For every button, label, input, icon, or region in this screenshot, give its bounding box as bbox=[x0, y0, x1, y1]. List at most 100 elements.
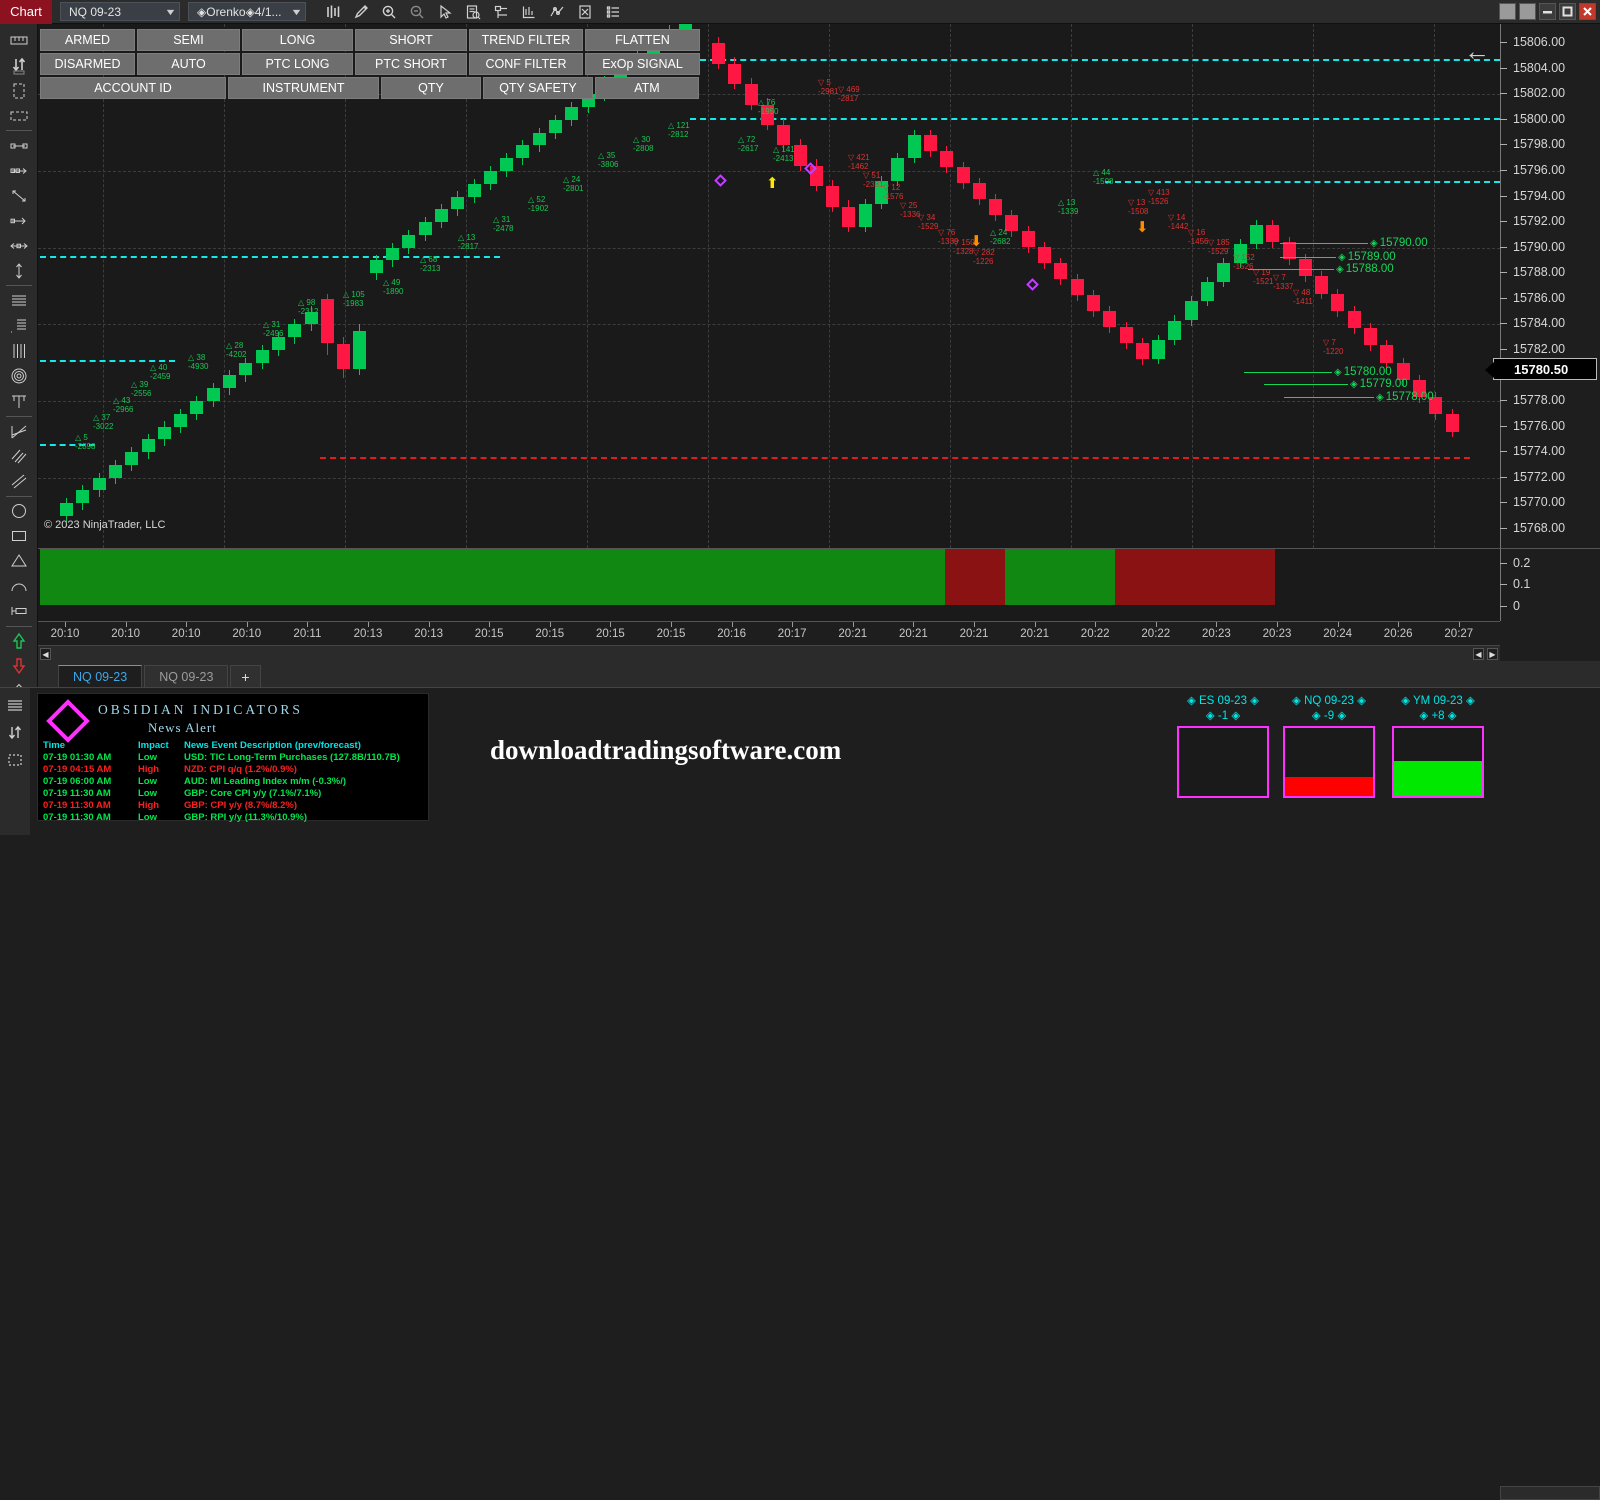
time-tick-label: 20:26 bbox=[1383, 628, 1413, 640]
measure-ruler-icon[interactable] bbox=[4, 28, 34, 53]
scroll-left-button[interactable]: ◀ bbox=[40, 648, 51, 660]
ellipse-icon[interactable] bbox=[4, 499, 34, 524]
cursor-arrow-icon[interactable] bbox=[432, 1, 458, 23]
panel-button-ptc-long[interactable]: PTC LONG bbox=[242, 53, 353, 75]
down-arrow-marker: ⬇ bbox=[1136, 219, 1149, 236]
regression-channel-icon[interactable] bbox=[4, 418, 34, 443]
scroll-end-button[interactable]: ▶ bbox=[1487, 648, 1498, 660]
signal-line bbox=[40, 360, 175, 362]
panel-button-atm[interactable]: ATM bbox=[595, 77, 699, 99]
parallel-lines-icon[interactable] bbox=[4, 338, 34, 363]
minimize-icon[interactable] bbox=[1539, 3, 1556, 20]
signal-label: ▽ 34 -1529 bbox=[918, 213, 939, 231]
list-icon[interactable] bbox=[600, 1, 626, 23]
time-tick-label: 20:22 bbox=[1080, 628, 1110, 640]
extended-line-icon[interactable] bbox=[4, 233, 34, 258]
panel-button-trend-filter[interactable]: TREND FILTER bbox=[469, 29, 583, 51]
panel-button-disarmed[interactable]: DISARMED bbox=[40, 53, 135, 75]
panel-button-qty[interactable]: QTY bbox=[381, 77, 481, 99]
chart-type-selector[interactable]: ◈Orenko◈4/1... ▼ bbox=[188, 2, 306, 21]
pitchfork-icon[interactable] bbox=[4, 389, 34, 414]
fibonacci-icon[interactable] bbox=[4, 313, 34, 338]
panel-button-account-id[interactable]: ACCOUNT ID bbox=[40, 77, 226, 99]
crosshair-grid-icon[interactable] bbox=[488, 1, 514, 23]
chart-tab[interactable]: NQ 09-23 bbox=[58, 665, 143, 687]
gann-circle-icon[interactable] bbox=[4, 363, 34, 388]
window-controls bbox=[1499, 3, 1596, 20]
price-tick: 15806.00 bbox=[1499, 35, 1565, 49]
strategy-line-icon[interactable] bbox=[544, 1, 570, 23]
up-arrow-icon[interactable] bbox=[4, 629, 34, 654]
panel-button-short[interactable]: SHORT bbox=[355, 29, 467, 51]
indicator-pane[interactable] bbox=[38, 548, 1500, 621]
selection-box-icon[interactable] bbox=[4, 103, 34, 128]
trend-channel-icon[interactable] bbox=[4, 469, 34, 494]
pencil-icon[interactable] bbox=[348, 1, 374, 23]
vertical-arrow-icon[interactable] bbox=[4, 258, 34, 283]
panel-button-long[interactable]: LONG bbox=[242, 29, 353, 51]
panel-button-instrument[interactable]: INSTRUMENT bbox=[228, 77, 379, 99]
gauge-instrument-label: ◈ ES 09-23 ◈ bbox=[1163, 693, 1283, 707]
time-axis[interactable]: 20:10 20:10 20:10 20:10 20:11 20:13 20:13 20:15… bbox=[38, 621, 1500, 645]
news-header-desc: News Event Description (prev/forecast) bbox=[184, 740, 361, 751]
data-box-icon[interactable] bbox=[460, 1, 486, 23]
add-tab-button[interactable]: + bbox=[230, 665, 261, 687]
order-level[interactable]: ◈ 15789.00 bbox=[1280, 251, 1396, 263]
indicator-chart-icon[interactable] bbox=[516, 1, 542, 23]
zoom-in-icon[interactable] bbox=[376, 1, 402, 23]
signal-label: ▽ 13 -1508 bbox=[1128, 198, 1149, 216]
arc-icon[interactable] bbox=[4, 574, 34, 599]
ray-line-icon[interactable] bbox=[4, 158, 34, 183]
signal-label: △ 5 -2898 bbox=[75, 433, 96, 451]
text-box-icon[interactable] bbox=[4, 599, 34, 624]
risk-reward-icon[interactable] bbox=[4, 53, 34, 78]
panel-button-qty-safety[interactable]: QTY SAFETY bbox=[483, 77, 593, 99]
horizontal-line-icon[interactable] bbox=[4, 133, 34, 158]
bars-chart-icon[interactable] bbox=[320, 1, 346, 23]
arrow-line-icon[interactable] bbox=[4, 208, 34, 233]
panel-button-auto[interactable]: AUTO bbox=[137, 53, 240, 75]
price-tick-label: 15784.00 bbox=[1513, 316, 1566, 331]
diamond-icon: ◈ bbox=[1419, 710, 1429, 722]
panel-button-flatten[interactable]: FLATTEN bbox=[585, 29, 700, 51]
andrews-lines-icon[interactable] bbox=[4, 444, 34, 469]
instrument-gauge[interactable]: ◈ NQ 09-23 ◈ ◈ -9 ◈ bbox=[1269, 693, 1389, 798]
price-axis[interactable]: 15806.00 15804.00 15802.00 15800.00 15798.00… bbox=[1485, 24, 1600, 548]
rectangle-region-icon[interactable] bbox=[4, 78, 34, 103]
instrument-gauge[interactable]: ◈ YM 09-23 ◈ ◈ +8 ◈ bbox=[1378, 693, 1498, 798]
zoom-out-icon[interactable] bbox=[404, 1, 430, 23]
panel-button-semi[interactable]: SEMI bbox=[137, 29, 240, 51]
main-chart-pane[interactable]: △ 5 -2898 △ 37 -3022 △ 43 -2966 △ 39 -2556 △ 40-… bbox=[38, 24, 1500, 548]
order-level[interactable]: ◈ 15779.00 bbox=[1264, 378, 1408, 390]
down-arrow-icon[interactable] bbox=[4, 654, 34, 679]
updown-arrows-icon[interactable] bbox=[0, 719, 30, 746]
rectangle-icon[interactable] bbox=[4, 524, 34, 549]
order-level[interactable]: ◈ 15778.00 bbox=[1284, 391, 1434, 403]
order-level[interactable]: ◈ 15788.00 bbox=[1248, 263, 1394, 275]
chart-horizontal-scrollbar[interactable]: ◀ ◀ ▶ bbox=[38, 645, 1500, 661]
left-arrow-icon[interactable]: ← bbox=[1464, 38, 1490, 64]
list-rows-icon[interactable] bbox=[0, 692, 30, 719]
order-level[interactable]: ◈ 15790.00 bbox=[1280, 237, 1428, 249]
panel-button-conf-filter[interactable]: CONF FILTER bbox=[469, 53, 583, 75]
horizontal-lines-icon[interactable] bbox=[4, 288, 34, 313]
properties-icon[interactable] bbox=[572, 1, 598, 23]
chart-tab[interactable]: NQ 09-23 bbox=[144, 665, 229, 687]
instrument-gauge[interactable]: ◈ ES 09-23 ◈ ◈ -1 ◈ bbox=[1163, 693, 1283, 798]
instrument-selector[interactable]: NQ 09-23 ▼ bbox=[60, 2, 180, 21]
panel-button-ptc-short[interactable]: PTC SHORT bbox=[355, 53, 467, 75]
trend-line-icon[interactable] bbox=[4, 183, 34, 208]
restore-group-icon[interactable] bbox=[1499, 3, 1516, 20]
time-tick-mark bbox=[974, 622, 975, 627]
panel-icon[interactable] bbox=[1519, 3, 1536, 20]
order-level[interactable]: ◈ 15780.00 bbox=[1244, 366, 1392, 378]
maximize-icon[interactable] bbox=[1559, 3, 1576, 20]
scroll-right-button[interactable]: ◀ bbox=[1473, 648, 1484, 660]
panel-button-exop-signal[interactable]: ExOp SIGNAL bbox=[585, 53, 700, 75]
close-icon[interactable] bbox=[1579, 3, 1596, 20]
chart-menu-button[interactable]: Chart bbox=[0, 0, 52, 24]
bottom-scrollbar[interactable] bbox=[1500, 1486, 1600, 1500]
selection-icon[interactable] bbox=[0, 746, 30, 773]
panel-button-armed[interactable]: ARMED bbox=[40, 29, 135, 51]
triangle-icon[interactable] bbox=[4, 549, 34, 574]
